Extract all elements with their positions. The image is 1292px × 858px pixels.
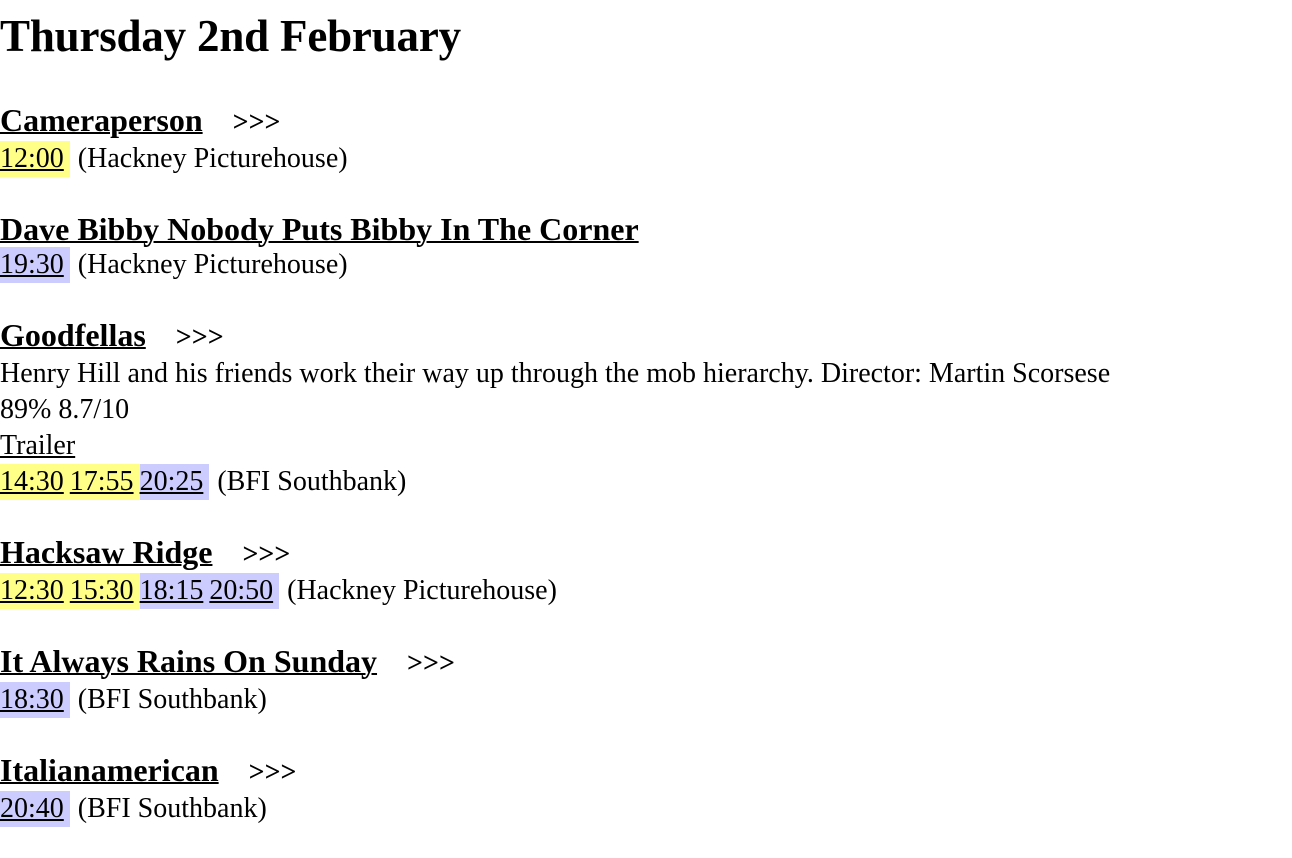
film-title-link[interactable]: Italianamerican bbox=[0, 752, 219, 788]
showtime-link[interactable]: 12:00 bbox=[0, 141, 70, 177]
film-list: Cameraperson >>> 12:00 (Hackney Pictureho… bbox=[0, 102, 1292, 827]
showtimes-row: 12:00 (Hackney Picturehouse) bbox=[0, 141, 1292, 177]
more-info-link[interactable]: >>> bbox=[242, 539, 290, 570]
listings-page: Thursday 2nd February Cameraperson >>> 1… bbox=[0, 0, 1292, 827]
film-listing: Cameraperson >>> 12:00 (Hackney Pictureho… bbox=[0, 102, 1292, 177]
film-title-link[interactable]: Cameraperson bbox=[0, 102, 203, 138]
film-title-link[interactable]: It Always Rains On Sunday bbox=[0, 643, 377, 679]
trailer-row: Trailer bbox=[0, 428, 1292, 464]
film-title-link[interactable]: Hacksaw Ridge bbox=[0, 534, 212, 570]
more-info-link[interactable]: >>> bbox=[176, 322, 224, 353]
showtime-group: 14:30 17:55 20:25 bbox=[0, 464, 210, 500]
film-title-row: Dave Bibby Nobody Puts Bibby In The Corn… bbox=[0, 211, 1292, 247]
showtime-group: 12:00 bbox=[0, 141, 70, 177]
trailer-link[interactable]: Trailer bbox=[0, 430, 75, 461]
showtime-link[interactable]: 18:15 bbox=[139, 573, 210, 609]
film-ratings: 89% 8.7/10 bbox=[0, 394, 130, 425]
showtime-link[interactable]: 14:30 bbox=[0, 464, 70, 500]
film-description: Henry Hill and his friends work their wa… bbox=[0, 358, 1111, 389]
film-listing: Goodfellas >>> Henry Hill and his friend… bbox=[0, 317, 1292, 500]
film-title-row: It Always Rains On Sunday >>> bbox=[0, 643, 1292, 682]
showtime-link[interactable]: 15:30 bbox=[69, 573, 140, 609]
film-title-row: Cameraperson >>> bbox=[0, 102, 1292, 141]
showtimes-row: 12:30 15:30 18:15 20:50 (Hackney Picturehous… bbox=[0, 573, 1292, 609]
showtimes-row: 18:30 (BFI Southbank) bbox=[0, 682, 1292, 718]
more-info-link[interactable]: >>> bbox=[233, 107, 281, 138]
more-info-link[interactable]: >>> bbox=[407, 648, 455, 679]
showtime-group: 19:30 bbox=[0, 247, 70, 283]
showtime-link[interactable]: 20:25 bbox=[139, 464, 210, 500]
showtimes-row: 19:30 (Hackney Picturehouse) bbox=[0, 247, 1292, 283]
showtimes-row: 14:30 17:55 20:25 (BFI Southbank) bbox=[0, 464, 1292, 500]
film-listing: It Always Rains On Sunday >>> 18:30 (BFI … bbox=[0, 643, 1292, 718]
venue-label: (Hackney Picturehouse) bbox=[77, 249, 348, 280]
film-listing: Italianamerican >>> 20:40 (BFI Southbank) bbox=[0, 752, 1292, 827]
film-listing: Dave Bibby Nobody Puts Bibby In The Corn… bbox=[0, 211, 1292, 283]
showtime-link[interactable]: 20:40 bbox=[0, 791, 70, 827]
showtime-link[interactable]: 17:55 bbox=[69, 464, 140, 500]
venue-label: (BFI Southbank) bbox=[217, 466, 407, 497]
film-title-link[interactable]: Goodfellas bbox=[0, 317, 146, 353]
venue-label: (BFI Southbank) bbox=[77, 793, 267, 824]
showtimes-row: 20:40 (BFI Southbank) bbox=[0, 791, 1292, 827]
showtime-link[interactable]: 20:50 bbox=[209, 573, 280, 609]
film-title-row: Hacksaw Ridge >>> bbox=[0, 534, 1292, 573]
more-info-link[interactable]: >>> bbox=[249, 757, 297, 788]
showtime-link[interactable]: 18:30 bbox=[0, 682, 70, 718]
page-title: Thursday 2nd February bbox=[0, 11, 461, 61]
film-listing: Hacksaw Ridge >>> 12:30 15:30 18:15 20:50 (H… bbox=[0, 534, 1292, 609]
venue-label: (Hackney Picturehouse) bbox=[287, 575, 557, 606]
showtime-group: 12:30 15:30 18:15 20:50 bbox=[0, 573, 280, 609]
venue-label: (Hackney Picturehouse) bbox=[77, 143, 348, 174]
showtime-link[interactable]: 19:30 bbox=[0, 247, 70, 283]
showtime-group: 18:30 bbox=[0, 682, 70, 718]
film-title-row: Italianamerican >>> bbox=[0, 752, 1292, 791]
film-title-link[interactable]: Dave Bibby Nobody Puts Bibby In The Corn… bbox=[0, 211, 639, 247]
venue-label: (BFI Southbank) bbox=[77, 684, 267, 715]
showtime-group: 20:40 bbox=[0, 791, 70, 827]
film-title-row: Goodfellas >>> bbox=[0, 317, 1292, 356]
showtime-link[interactable]: 12:30 bbox=[0, 573, 70, 609]
